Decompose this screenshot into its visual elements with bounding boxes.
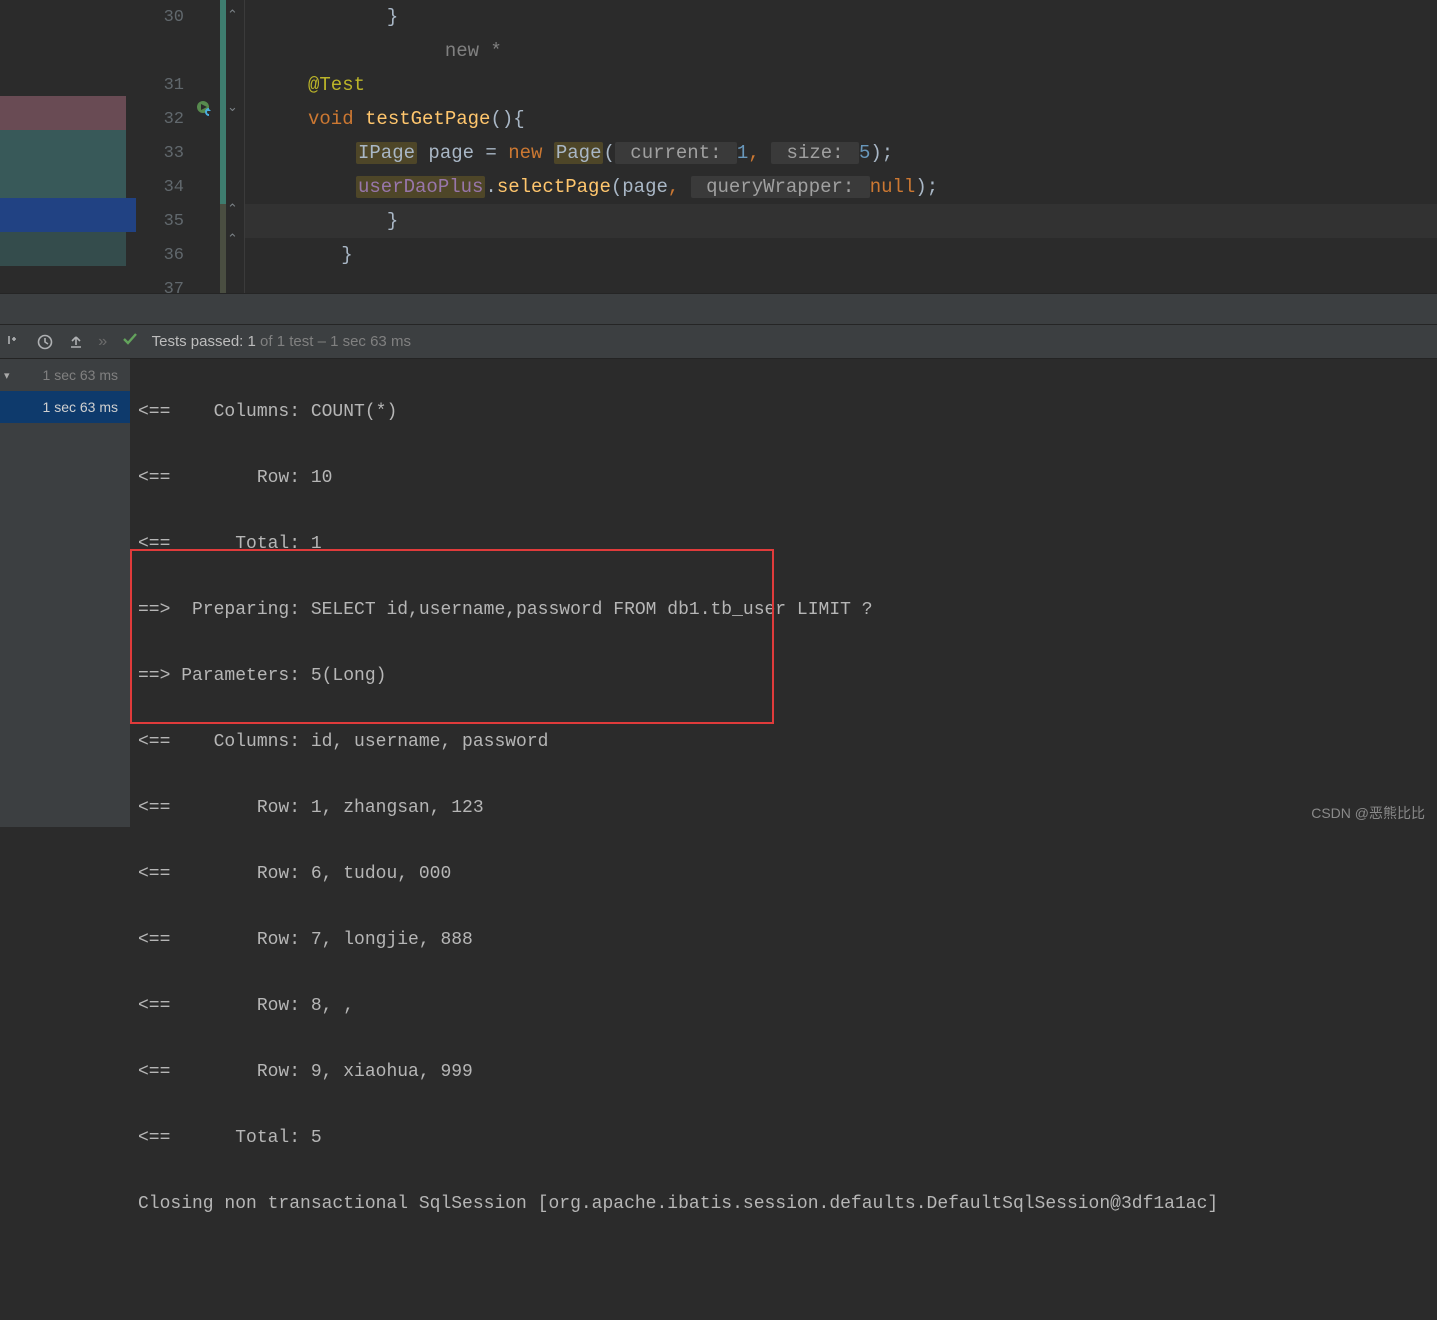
param-hint: queryWrapper: [691, 176, 870, 198]
toolbar-separator: » [98, 333, 108, 351]
test-tree[interactable]: ▾ 1 sec 63 ms 1 sec 63 ms [0, 359, 130, 827]
code-text: } [250, 244, 353, 266]
console-line: <== Row: 10 [138, 462, 1429, 495]
console-output[interactable]: <== Columns: COUNT(*) <== Row: 10 <== To… [130, 359, 1437, 827]
run-test-icon[interactable] [196, 100, 214, 123]
tree-row-selected[interactable]: 1 sec 63 ms [0, 391, 130, 423]
line-number[interactable]: 32 [136, 102, 194, 136]
tests-passed-count: 1 [248, 333, 256, 350]
fold-end-icon[interactable]: ⌃ [227, 8, 238, 23]
chevron-down-icon[interactable]: ▾ [4, 369, 10, 382]
console-line: <== Columns: id, username, password [138, 726, 1429, 759]
code-number: 5 [859, 142, 870, 164]
line-number[interactable] [136, 34, 194, 68]
code-text: } [250, 6, 398, 28]
param-hint: size: [771, 142, 859, 164]
line-number[interactable]: 37 [136, 272, 194, 306]
history-icon[interactable] [36, 333, 54, 351]
console-line: <== Columns: COUNT(*) [138, 396, 1429, 429]
margin-marker [0, 164, 126, 198]
code-editor[interactable]: 30 31 32 33 34 35 36 37 ⌃ ⌄ ⌃ ⌃ } new * … [0, 0, 1437, 293]
code-area[interactable]: } new * @Test void testGetPage(){ IPage … [244, 0, 1437, 293]
code-text: } [250, 210, 398, 232]
fold-end-icon[interactable]: ⌃ [227, 202, 238, 217]
code-keyword: void [308, 108, 354, 130]
tests-passed-label: Tests passed: [152, 333, 244, 350]
var-name: page [428, 142, 474, 164]
code-keyword: new [508, 142, 542, 164]
watermark: CSDN @恶熊比比 [1311, 803, 1425, 823]
fold-end-icon[interactable]: ⌃ [227, 232, 238, 247]
test-status-text: Tests passed: 1 of 1 test – 1 sec 63 ms [152, 333, 411, 350]
gutter-icons [194, 0, 220, 293]
export-icon[interactable] [68, 334, 84, 350]
tree-row[interactable]: ▾ 1 sec 63 ms [0, 359, 130, 391]
code-comment: new * [250, 40, 502, 62]
code-annotation: @Test [250, 74, 365, 96]
line-number[interactable]: 31 [136, 68, 194, 102]
param-hint: current: [615, 142, 737, 164]
console-line: <== Row: 6, tudou, 000 [138, 858, 1429, 891]
test-duration: 1 sec 63 ms [43, 367, 118, 383]
code-text: (){ [490, 108, 524, 130]
indent-guide [244, 0, 245, 293]
console-line: <== Row: 1, zhangsan, 123 [138, 792, 1429, 825]
line-number-gutter[interactable]: 30 31 32 33 34 35 36 37 [136, 0, 194, 293]
line-number[interactable]: 35 [136, 204, 194, 238]
line-number[interactable]: 30 [136, 0, 194, 34]
class-name: Page [554, 142, 604, 164]
margin-marker-selected [0, 198, 136, 232]
console-line: <== Total: 5 [138, 1122, 1429, 1155]
margin-marker [0, 96, 126, 130]
console-line: <== Row: 7, longjie, 888 [138, 924, 1429, 957]
margin-marker [0, 130, 126, 164]
line-number[interactable]: 36 [136, 238, 194, 272]
highlight-box [130, 549, 774, 724]
console-line: <== Row: 8, , [138, 990, 1429, 1023]
method-name: testGetPage [365, 108, 490, 130]
method-call: selectPage [497, 176, 611, 198]
fold-start-icon[interactable]: ⌄ [227, 100, 238, 115]
type-name: IPage [356, 142, 417, 164]
fold-column: ⌃ ⌄ ⌃ ⌃ [226, 0, 244, 293]
tests-total-label: of 1 test [260, 333, 313, 350]
field-name: userDaoPlus [356, 176, 485, 198]
expand-icon[interactable] [6, 334, 22, 350]
test-results-toolbar: » Tests passed: 1 of 1 test – 1 sec 63 m… [0, 325, 1437, 359]
margin-marker [0, 232, 126, 266]
line-number[interactable]: 33 [136, 136, 194, 170]
tests-duration: – 1 sec 63 ms [318, 333, 411, 350]
console-line: Closing non transactional SqlSession [or… [138, 1188, 1429, 1221]
check-icon [122, 331, 138, 352]
line-number[interactable]: 34 [136, 170, 194, 204]
code-keyword: null [870, 176, 916, 198]
test-duration: 1 sec 63 ms [43, 399, 118, 415]
results-panel: ▾ 1 sec 63 ms 1 sec 63 ms <== Columns: CO… [0, 359, 1437, 827]
left-margin [0, 0, 136, 293]
code-number: 1 [737, 142, 748, 164]
console-line: <== Row: 9, xiaohua, 999 [138, 1056, 1429, 1089]
